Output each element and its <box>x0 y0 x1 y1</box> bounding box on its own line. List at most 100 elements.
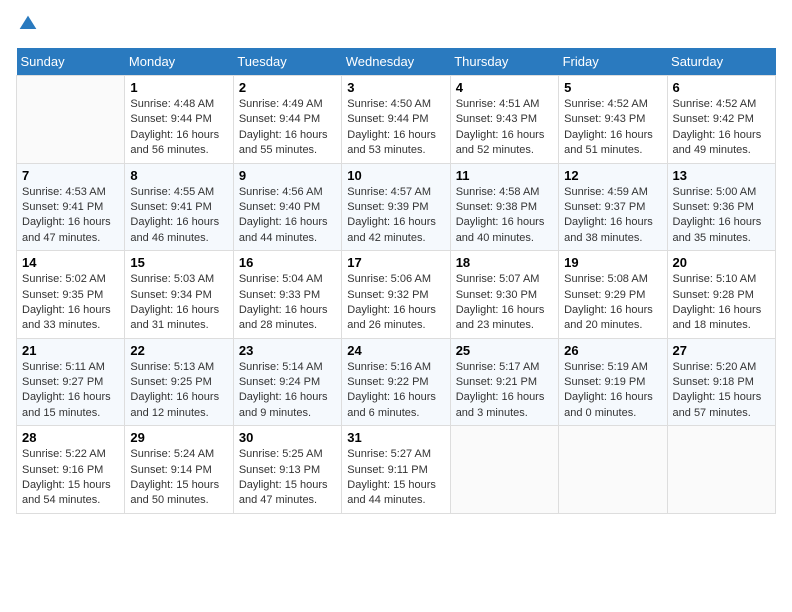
day-info: Sunrise: 5:19 AMSunset: 9:19 PMDaylight:… <box>564 360 661 422</box>
header-row: SundayMondayTuesdayWednesdayThursdayFrid… <box>17 48 776 76</box>
day-cell-31: 31Sunrise: 5:27 AMSunset: 9:11 PMDayligh… <box>342 426 450 514</box>
daylight-text: Daylight: 16 hours and 51 minutes. <box>564 129 653 156</box>
day-cell-11: 11Sunrise: 4:58 AMSunset: 9:38 PMDayligh… <box>450 163 558 251</box>
header-cell-wednesday: Wednesday <box>342 48 450 76</box>
sunrise-text: Sunrise: 5:11 AM <box>22 361 105 373</box>
daylight-text: Daylight: 16 hours and 53 minutes. <box>347 129 436 156</box>
day-number: 30 <box>239 430 336 445</box>
daylight-text: Daylight: 16 hours and 47 minutes. <box>22 216 111 243</box>
day-cell-17: 17 Sunrise: 5:06 AMSunset: 9:32 PMDayligh… <box>342 251 450 339</box>
sunset-text: Sunset: 9:41 PM <box>22 201 103 213</box>
day-info: Sunrise: 4:49 AMSunset: 9:44 PMDaylight:… <box>239 97 336 159</box>
day-number: 18 <box>456 255 553 270</box>
sunrise-text: Sunrise: 5:04 AM <box>239 273 323 285</box>
sunrise-text: Sunrise: 5:08 AM <box>564 273 648 285</box>
calendar-body: 1Sunrise: 4:48 AMSunset: 9:44 PMDaylight… <box>17 76 776 514</box>
day-info: Sunrise: 4:57 AMSunset: 9:39 PMDaylight:… <box>347 185 444 247</box>
day-cell-21: 21 Sunrise: 5:11 AMSunset: 9:27 PMDayligh… <box>17 338 125 426</box>
day-info: Sunrise: 5:11 AMSunset: 9:27 PMDaylight:… <box>22 360 119 422</box>
sunset-text: Sunset: 9:29 PM <box>564 289 645 301</box>
week-row-5: 28Sunrise: 5:22 AMSunset: 9:16 PMDayligh… <box>17 426 776 514</box>
daylight-text: Daylight: 16 hours and 55 minutes. <box>239 129 328 156</box>
day-info: Sunrise: 5:27 AMSunset: 9:11 PMDaylight:… <box>347 447 444 509</box>
day-cell-7: 7Sunrise: 4:53 AMSunset: 9:41 PMDaylight… <box>17 163 125 251</box>
daylight-text: Daylight: 15 hours and 47 minutes. <box>239 479 328 506</box>
empty-cell <box>667 426 775 514</box>
day-cell-24: 24Sunrise: 5:16 AMSunset: 9:22 PMDayligh… <box>342 338 450 426</box>
week-row-1: 1Sunrise: 4:48 AMSunset: 9:44 PMDaylight… <box>17 76 776 164</box>
day-info: Sunrise: 5:24 AMSunset: 9:14 PMDaylight:… <box>130 447 227 509</box>
daylight-text: Daylight: 16 hours and 42 minutes. <box>347 216 436 243</box>
sunrise-text: Sunrise: 5:27 AM <box>347 448 431 460</box>
sunset-text: Sunset: 9:37 PM <box>564 201 645 213</box>
sunrise-text: Sunrise: 4:50 AM <box>347 98 431 110</box>
day-number: 15 <box>130 255 227 270</box>
sunset-text: Sunset: 9:36 PM <box>673 201 754 213</box>
day-number: 16 <box>239 255 336 270</box>
day-info: Sunrise: 5:04 AMSunset: 9:33 PMDaylight:… <box>239 272 336 334</box>
sunset-text: Sunset: 9:22 PM <box>347 376 428 388</box>
daylight-text: Daylight: 16 hours and 28 minutes. <box>239 304 328 331</box>
sunset-text: Sunset: 9:44 PM <box>239 113 320 125</box>
day-number: 17 <box>347 255 444 270</box>
day-info: Sunrise: 5:03 AMSunset: 9:34 PMDaylight:… <box>130 272 227 334</box>
day-number: 11 <box>456 168 553 183</box>
day-cell-5: 5Sunrise: 4:52 AMSunset: 9:43 PMDaylight… <box>559 76 667 164</box>
sunset-text: Sunset: 9:34 PM <box>130 289 211 301</box>
day-info: Sunrise: 5:06 AMSunset: 9:32 PMDaylight:… <box>347 272 444 334</box>
daylight-text: Daylight: 16 hours and 46 minutes. <box>130 216 219 243</box>
calendar-header: SundayMondayTuesdayWednesdayThursdayFrid… <box>17 48 776 76</box>
sunrise-text: Sunrise: 4:56 AM <box>239 186 323 198</box>
sunset-text: Sunset: 9:32 PM <box>347 289 428 301</box>
daylight-text: Daylight: 16 hours and 0 minutes. <box>564 391 653 418</box>
header-cell-thursday: Thursday <box>450 48 558 76</box>
day-info: Sunrise: 4:59 AMSunset: 9:37 PMDaylight:… <box>564 185 661 247</box>
day-info: Sunrise: 5:25 AMSunset: 9:13 PMDaylight:… <box>239 447 336 509</box>
empty-cell <box>559 426 667 514</box>
sunrise-text: Sunrise: 5:03 AM <box>130 273 214 285</box>
daylight-text: Daylight: 16 hours and 49 minutes. <box>673 129 762 156</box>
day-info: Sunrise: 5:00 AM Sunset: 9:36 PM Daylight:… <box>673 185 770 247</box>
daylight-text: Daylight: 16 hours and 35 minutes. <box>673 216 762 243</box>
header-cell-monday: Monday <box>125 48 233 76</box>
day-number: 3 <box>347 80 444 95</box>
daylight-text: Daylight: 16 hours and 56 minutes. <box>130 129 219 156</box>
sunrise-text: Sunrise: 5:00 AM <box>673 186 757 198</box>
daylight-text: Daylight: 15 hours and 54 minutes. <box>22 479 111 506</box>
day-number: 9 <box>239 168 336 183</box>
sunrise-text: Sunrise: 4:48 AM <box>130 98 214 110</box>
day-info: Sunrise: 5:14 AMSunset: 9:24 PMDaylight:… <box>239 360 336 422</box>
daylight-text: Daylight: 16 hours and 44 minutes. <box>239 216 328 243</box>
sunrise-text: Sunrise: 5:14 AM <box>239 361 323 373</box>
day-number: 19 <box>564 255 661 270</box>
day-cell-19: 19Sunrise: 5:08 AMSunset: 9:29 PMDayligh… <box>559 251 667 339</box>
sunset-text: Sunset: 9:21 PM <box>456 376 537 388</box>
week-row-4: 21 Sunrise: 5:11 AMSunset: 9:27 PMDayligh… <box>17 338 776 426</box>
day-cell-14: 14Sunrise: 5:02 AMSunset: 9:35 PMDayligh… <box>17 251 125 339</box>
day-number: 25 <box>456 343 553 358</box>
day-cell-20: 20Sunrise: 5:10 AMSunset: 9:28 PMDayligh… <box>667 251 775 339</box>
sunrise-text: Sunrise: 5:24 AM <box>130 448 214 460</box>
header-cell-sunday: Sunday <box>17 48 125 76</box>
day-number: 12 <box>564 168 661 183</box>
logo <box>16 16 38 36</box>
header-cell-saturday: Saturday <box>667 48 775 76</box>
day-info: Sunrise: 5:17 AMSunset: 9:21 PMDaylight:… <box>456 360 553 422</box>
day-number: 21 <box>22 343 119 358</box>
daylight-text: Daylight: 16 hours and 38 minutes. <box>564 216 653 243</box>
sunset-text: Sunset: 9:41 PM <box>130 201 211 213</box>
empty-cell <box>450 426 558 514</box>
day-number: 13 <box>673 168 770 183</box>
day-cell-16: 16 Sunrise: 5:04 AMSunset: 9:33 PMDayligh… <box>233 251 341 339</box>
day-info: Sunrise: 4:48 AMSunset: 9:44 PMDaylight:… <box>130 97 227 159</box>
sunrise-text: Sunrise: 5:17 AM <box>456 361 540 373</box>
sunrise-text: Sunrise: 4:52 AM <box>564 98 648 110</box>
day-info: Sunrise: 4:53 AMSunset: 9:41 PMDaylight:… <box>22 185 119 247</box>
sunrise-text: Sunrise: 4:58 AM <box>456 186 540 198</box>
sunrise-text: Sunrise: 5:10 AM <box>673 273 757 285</box>
day-info: Sunrise: 4:52 AMSunset: 9:42 PMDaylight:… <box>673 97 770 159</box>
day-cell-8: 8Sunrise: 4:55 AMSunset: 9:41 PMDaylight… <box>125 163 233 251</box>
daylight-text: Daylight: 16 hours and 33 minutes. <box>22 304 111 331</box>
daylight-text: Daylight: 16 hours and 9 minutes. <box>239 391 328 418</box>
sunrise-text: Sunrise: 5:16 AM <box>347 361 431 373</box>
